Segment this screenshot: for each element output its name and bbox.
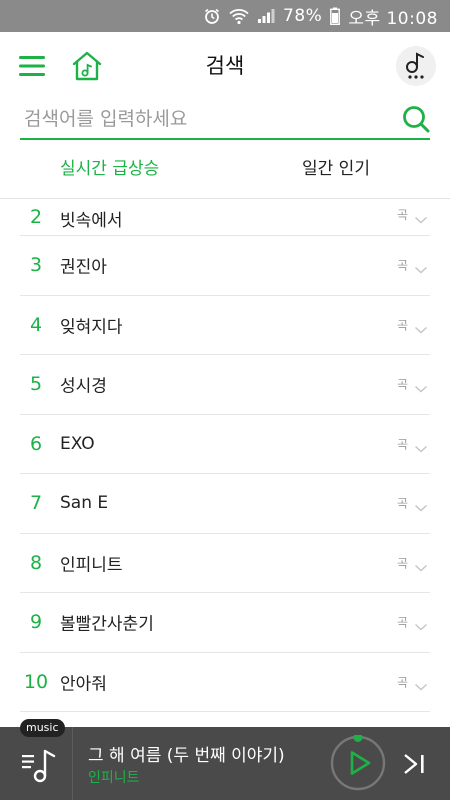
battery-percent: 78% xyxy=(283,6,323,26)
alarm-icon xyxy=(203,7,221,25)
list-item[interactable]: 9 볼빨간사춘기 곡 xyxy=(20,593,430,653)
type-label: 곡 xyxy=(396,377,408,392)
rank-number: 2 xyxy=(29,206,43,228)
chevron-down-icon[interactable] xyxy=(414,498,428,512)
music-note-icon[interactable] xyxy=(396,46,436,86)
rank-number: 3 xyxy=(29,254,43,277)
type-label: 곡 xyxy=(396,675,408,690)
chart-tabs: 실시간 급상승 일간 인기 xyxy=(0,146,450,199)
page-title: 검색 xyxy=(205,54,245,78)
chevron-down-icon[interactable] xyxy=(414,617,428,631)
rank-number: 4 xyxy=(29,313,43,336)
list-item[interactable]: 5 성시경 곡 xyxy=(20,355,430,415)
rank-number: 5 xyxy=(29,373,43,396)
type-label: 곡 xyxy=(396,496,408,511)
list-item[interactable]: 3 권진아 곡 xyxy=(20,236,430,296)
home-music-icon[interactable] xyxy=(70,50,104,82)
keyword: 권진아 xyxy=(60,257,107,278)
chevron-down-icon[interactable] xyxy=(414,320,428,334)
chevron-down-icon[interactable] xyxy=(414,677,428,691)
keyword: 인피니트 xyxy=(60,555,123,576)
now-playing-title: 그 해 여름 (두 번째 이야기) xyxy=(88,746,285,766)
list-item[interactable]: 4 잊혀지다 곡 xyxy=(20,296,430,355)
type-label: 곡 xyxy=(396,318,408,333)
trending-list: 2 빗속에서 곡 3 권진아 곡 4 잊혀지다 곡 5 성시경 곡 6 EXO … xyxy=(20,198,430,712)
wifi-icon xyxy=(229,7,249,25)
clock: 오후 10:08 xyxy=(348,8,438,29)
signal-icon xyxy=(257,8,275,24)
battery-icon xyxy=(330,7,341,25)
mini-player[interactable]: music 그 해 여름 (두 번째 이야기) 인피니트 xyxy=(0,719,450,800)
list-item[interactable]: 7 San E 곡 xyxy=(20,474,430,534)
keyword: San E xyxy=(60,493,109,514)
rank-number: 10 xyxy=(23,670,49,693)
list-item[interactable]: 8 인피니트 곡 xyxy=(20,534,430,593)
keyword: 안아줘 xyxy=(60,674,107,695)
chevron-down-icon[interactable] xyxy=(414,379,428,393)
tab-daily[interactable]: 일간 인기 xyxy=(302,146,370,198)
keyword: EXO xyxy=(60,433,95,454)
chevron-down-icon[interactable] xyxy=(414,210,428,224)
app-header: 검색 xyxy=(0,32,450,100)
now-playing-artist: 인피니트 xyxy=(88,770,140,786)
list-item[interactable]: 2 빗속에서 곡 xyxy=(20,198,430,236)
rank-number: 6 xyxy=(29,432,43,455)
status-bar: 78% 오후 10:08 xyxy=(0,0,450,32)
next-track-icon[interactable] xyxy=(402,753,426,775)
chevron-down-icon[interactable] xyxy=(414,439,428,453)
hamburger-menu-icon[interactable] xyxy=(18,54,46,78)
list-item[interactable]: 10 안아줘 곡 xyxy=(20,653,430,712)
search-icon[interactable] xyxy=(402,104,430,134)
rank-number: 7 xyxy=(29,492,43,515)
chevron-down-icon[interactable] xyxy=(414,558,428,572)
chevron-down-icon[interactable] xyxy=(414,260,428,274)
search-bar xyxy=(20,100,430,140)
search-input[interactable] xyxy=(24,102,384,136)
tab-realtime[interactable]: 실시간 급상승 xyxy=(60,146,159,198)
keyword: 잊혀지다 xyxy=(60,317,123,338)
play-button[interactable] xyxy=(330,733,386,791)
keyword: 빗속에서 xyxy=(60,211,123,231)
playlist-icon[interactable] xyxy=(18,743,62,787)
divider xyxy=(72,727,73,800)
type-label: 곡 xyxy=(396,556,408,571)
type-label: 곡 xyxy=(396,208,408,222)
music-badge: music xyxy=(20,719,65,737)
rank-number: 9 xyxy=(29,611,43,634)
type-label: 곡 xyxy=(396,615,408,630)
type-label: 곡 xyxy=(396,437,408,452)
keyword: 볼빨간사춘기 xyxy=(60,614,154,635)
keyword: 성시경 xyxy=(60,376,107,397)
list-item[interactable]: 6 EXO 곡 xyxy=(20,415,430,474)
type-label: 곡 xyxy=(396,258,408,273)
rank-number: 8 xyxy=(29,551,43,574)
